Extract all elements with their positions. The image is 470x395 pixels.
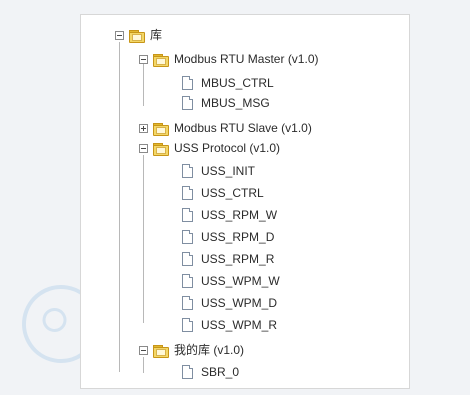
sbr-0-label: SBR_0 (201, 365, 240, 379)
tree-line-master-vertical (143, 64, 144, 106)
folder-icon (153, 52, 169, 67)
tree-row-uss-wpm-w[interactable]: USS_WPM_W (182, 271, 280, 291)
document-icon (182, 230, 193, 244)
document-icon (182, 186, 193, 200)
tree-row-uss-wpm-r[interactable]: USS_WPM_R (182, 315, 277, 335)
expand-modbus-slave[interactable] (139, 123, 148, 133)
uss-protocol-label: USS Protocol (v1.0) (174, 141, 281, 155)
folder-icon (129, 28, 145, 43)
document-icon (182, 365, 193, 379)
tree-row-my-library[interactable]: 我的库 (v1.0) (139, 340, 244, 360)
uss-rpm-r-label: USS_RPM_R (201, 252, 275, 266)
tree-row-sbr-0[interactable]: SBR_0 (182, 362, 239, 382)
uss-wpm-r-label: USS_WPM_R (201, 318, 278, 332)
tree-row-modbus-slave[interactable]: Modbus RTU Slave (v1.0) (139, 118, 312, 138)
document-icon (182, 274, 193, 288)
tree-row-uss-rpm-d[interactable]: USS_RPM_D (182, 227, 274, 247)
uss-ctrl-label: USS_CTRL (201, 186, 264, 200)
tree-row-library-root[interactable]: 库 (115, 25, 162, 45)
document-icon (182, 76, 193, 90)
uss-rpm-d-label: USS_RPM_D (201, 230, 275, 244)
document-icon (182, 318, 193, 332)
tree-row-uss-wpm-d[interactable]: USS_WPM_D (182, 293, 277, 313)
uss-rpm-w-label: USS_RPM_W (201, 208, 278, 222)
tree-line-uss-vertical (143, 155, 144, 323)
tree-row-mbus-ctrl[interactable]: MBUS_CTRL (182, 73, 274, 93)
my-library-label: 我的库 (v1.0) (174, 343, 245, 357)
collapse-my-library[interactable] (139, 345, 148, 355)
tree-row-uss-rpm-w[interactable]: USS_RPM_W (182, 205, 277, 225)
document-icon (182, 208, 193, 222)
library-root-label: 库 (150, 28, 163, 42)
modbus-slave-label: Modbus RTU Slave (v1.0) (174, 121, 312, 135)
tree-row-uss-protocol[interactable]: USS Protocol (v1.0) (139, 138, 280, 158)
collapse-modbus-master[interactable] (139, 54, 148, 64)
folder-icon (153, 121, 169, 136)
tree-row-uss-ctrl[interactable]: USS_CTRL (182, 183, 264, 203)
mbus-msg-label: MBUS_MSG (201, 96, 270, 110)
document-icon (182, 252, 193, 266)
tree-row-uss-init[interactable]: USS_INIT (182, 161, 255, 181)
collapse-library-root[interactable] (115, 30, 124, 40)
folder-icon (153, 343, 169, 358)
uss-init-label: USS_INIT (201, 164, 256, 178)
tree-row-modbus-master[interactable]: Modbus RTU Master (v1.0) (139, 49, 319, 69)
document-icon (182, 164, 193, 178)
tree-row-mbus-msg[interactable]: MBUS_MSG (182, 93, 270, 113)
library-tree-panel: 库 Modbus RTU Master (v1.0) MBUS_CTRL MBU… (80, 14, 410, 389)
folder-icon (153, 141, 169, 156)
modbus-master-label: Modbus RTU Master (v1.0) (174, 52, 319, 66)
uss-wpm-d-label: USS_WPM_D (201, 296, 278, 310)
tree-line-root-vertical (119, 42, 120, 372)
document-icon (182, 96, 193, 110)
collapse-uss-protocol[interactable] (139, 143, 148, 153)
tree-row-uss-rpm-r[interactable]: USS_RPM_R (182, 249, 274, 269)
uss-wpm-w-label: USS_WPM_W (201, 274, 280, 288)
mbus-ctrl-label: MBUS_CTRL (201, 76, 274, 90)
document-icon (182, 296, 193, 310)
